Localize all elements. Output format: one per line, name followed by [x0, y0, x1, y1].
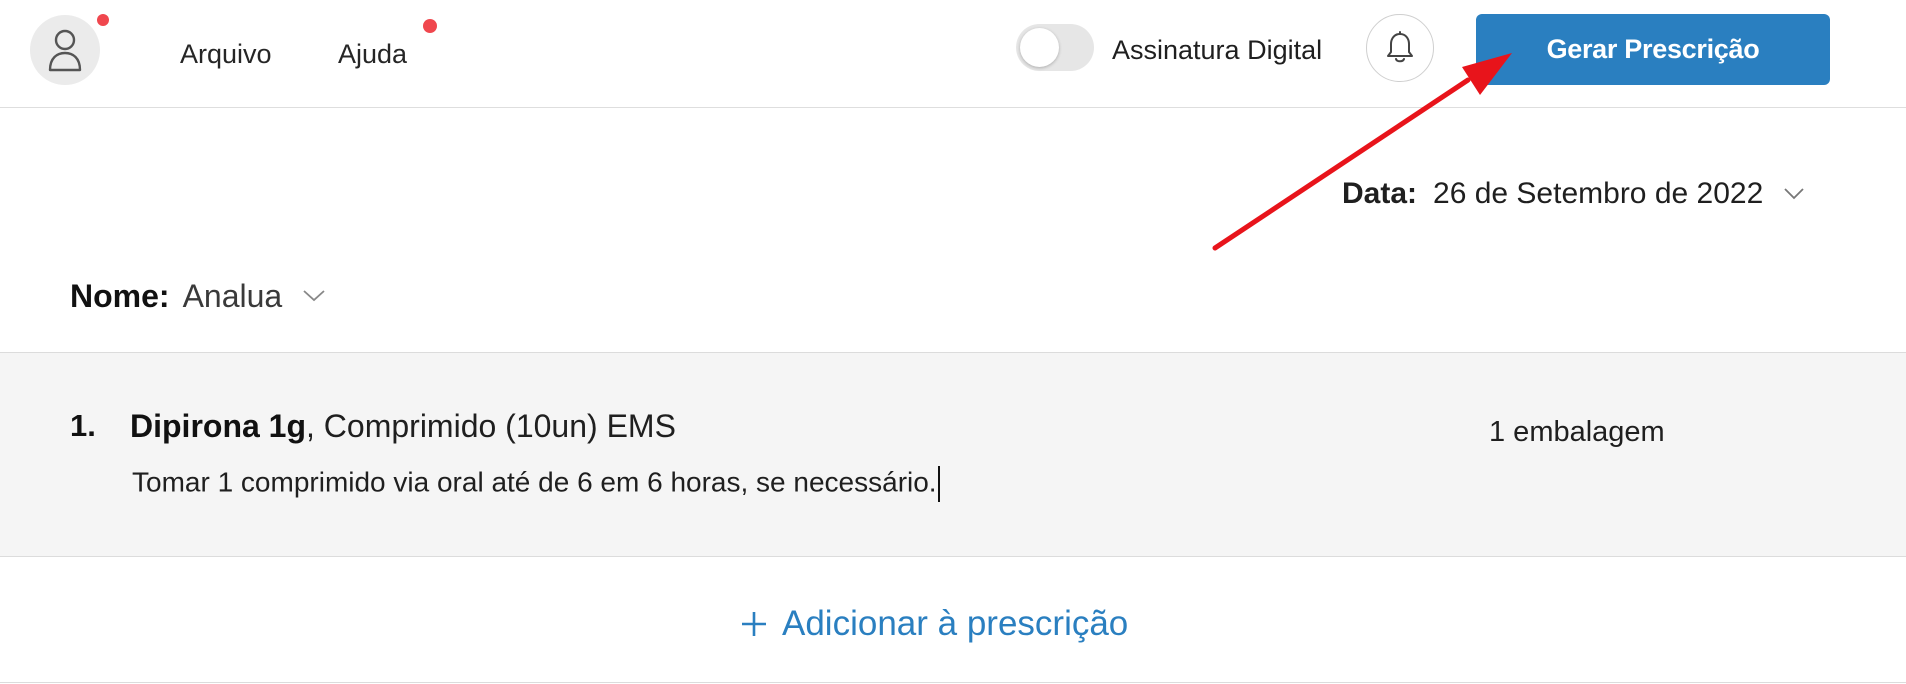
item-title: Dipirona 1g, Comprimido (10un) EMS — [130, 408, 676, 445]
patient-name-field[interactable]: Nome: Analua — [70, 276, 326, 316]
text-caret — [937, 466, 940, 502]
notifications-button[interactable] — [1366, 14, 1434, 82]
instructions-text: Tomar 1 comprimido via oral até de 6 em … — [132, 466, 937, 498]
add-to-prescription-label: Adicionar à prescrição — [782, 604, 1129, 643]
top-bar: Arquivo Ajuda Assinatura Digital Gerar P… — [0, 0, 1906, 108]
add-to-prescription-link[interactable]: Adicionar à prescrição — [740, 604, 1128, 644]
digital-signature-label: Assinatura Digital — [1112, 35, 1323, 65]
name-value: Analua — [182, 277, 283, 314]
item-quantity[interactable]: 1 embalagem — [1489, 416, 1665, 449]
date-label: Data: — [1342, 177, 1418, 210]
date-field[interactable]: Data: 26 de Setembro de 2022 — [1342, 174, 1805, 214]
drug-details: , Comprimido (10un) EMS — [306, 408, 676, 444]
digital-signature-toggle[interactable] — [1016, 24, 1094, 71]
item-number: 1. — [70, 408, 96, 443]
chevron-down-icon[interactable] — [302, 289, 326, 303]
toggle-knob — [1020, 28, 1059, 67]
instructions-input[interactable]: Tomar 1 comprimido via oral até de 6 em … — [132, 466, 940, 502]
chevron-down-icon[interactable] — [1783, 187, 1805, 201]
name-label: Nome: — [70, 277, 170, 314]
user-avatar[interactable] — [30, 15, 100, 85]
user-icon — [48, 29, 82, 72]
drug-name: Dipirona 1g — [130, 408, 307, 444]
generate-prescription-button[interactable]: Gerar Prescrição — [1476, 14, 1830, 85]
bell-icon — [1387, 31, 1413, 63]
avatar-notification-dot — [97, 14, 109, 26]
date-value: 26 de Setembro de 2022 — [1433, 177, 1764, 210]
plus-icon — [740, 610, 768, 638]
prescription-item[interactable]: 1. Dipirona 1g, Comprimido (10un) EMS 1 … — [0, 352, 1906, 557]
ajuda-notification-dot — [423, 19, 437, 33]
menu-ajuda[interactable]: Ajuda — [338, 38, 407, 70]
menu-arquivo[interactable]: Arquivo — [180, 38, 272, 70]
add-row: Adicionar à prescrição — [0, 557, 1906, 683]
